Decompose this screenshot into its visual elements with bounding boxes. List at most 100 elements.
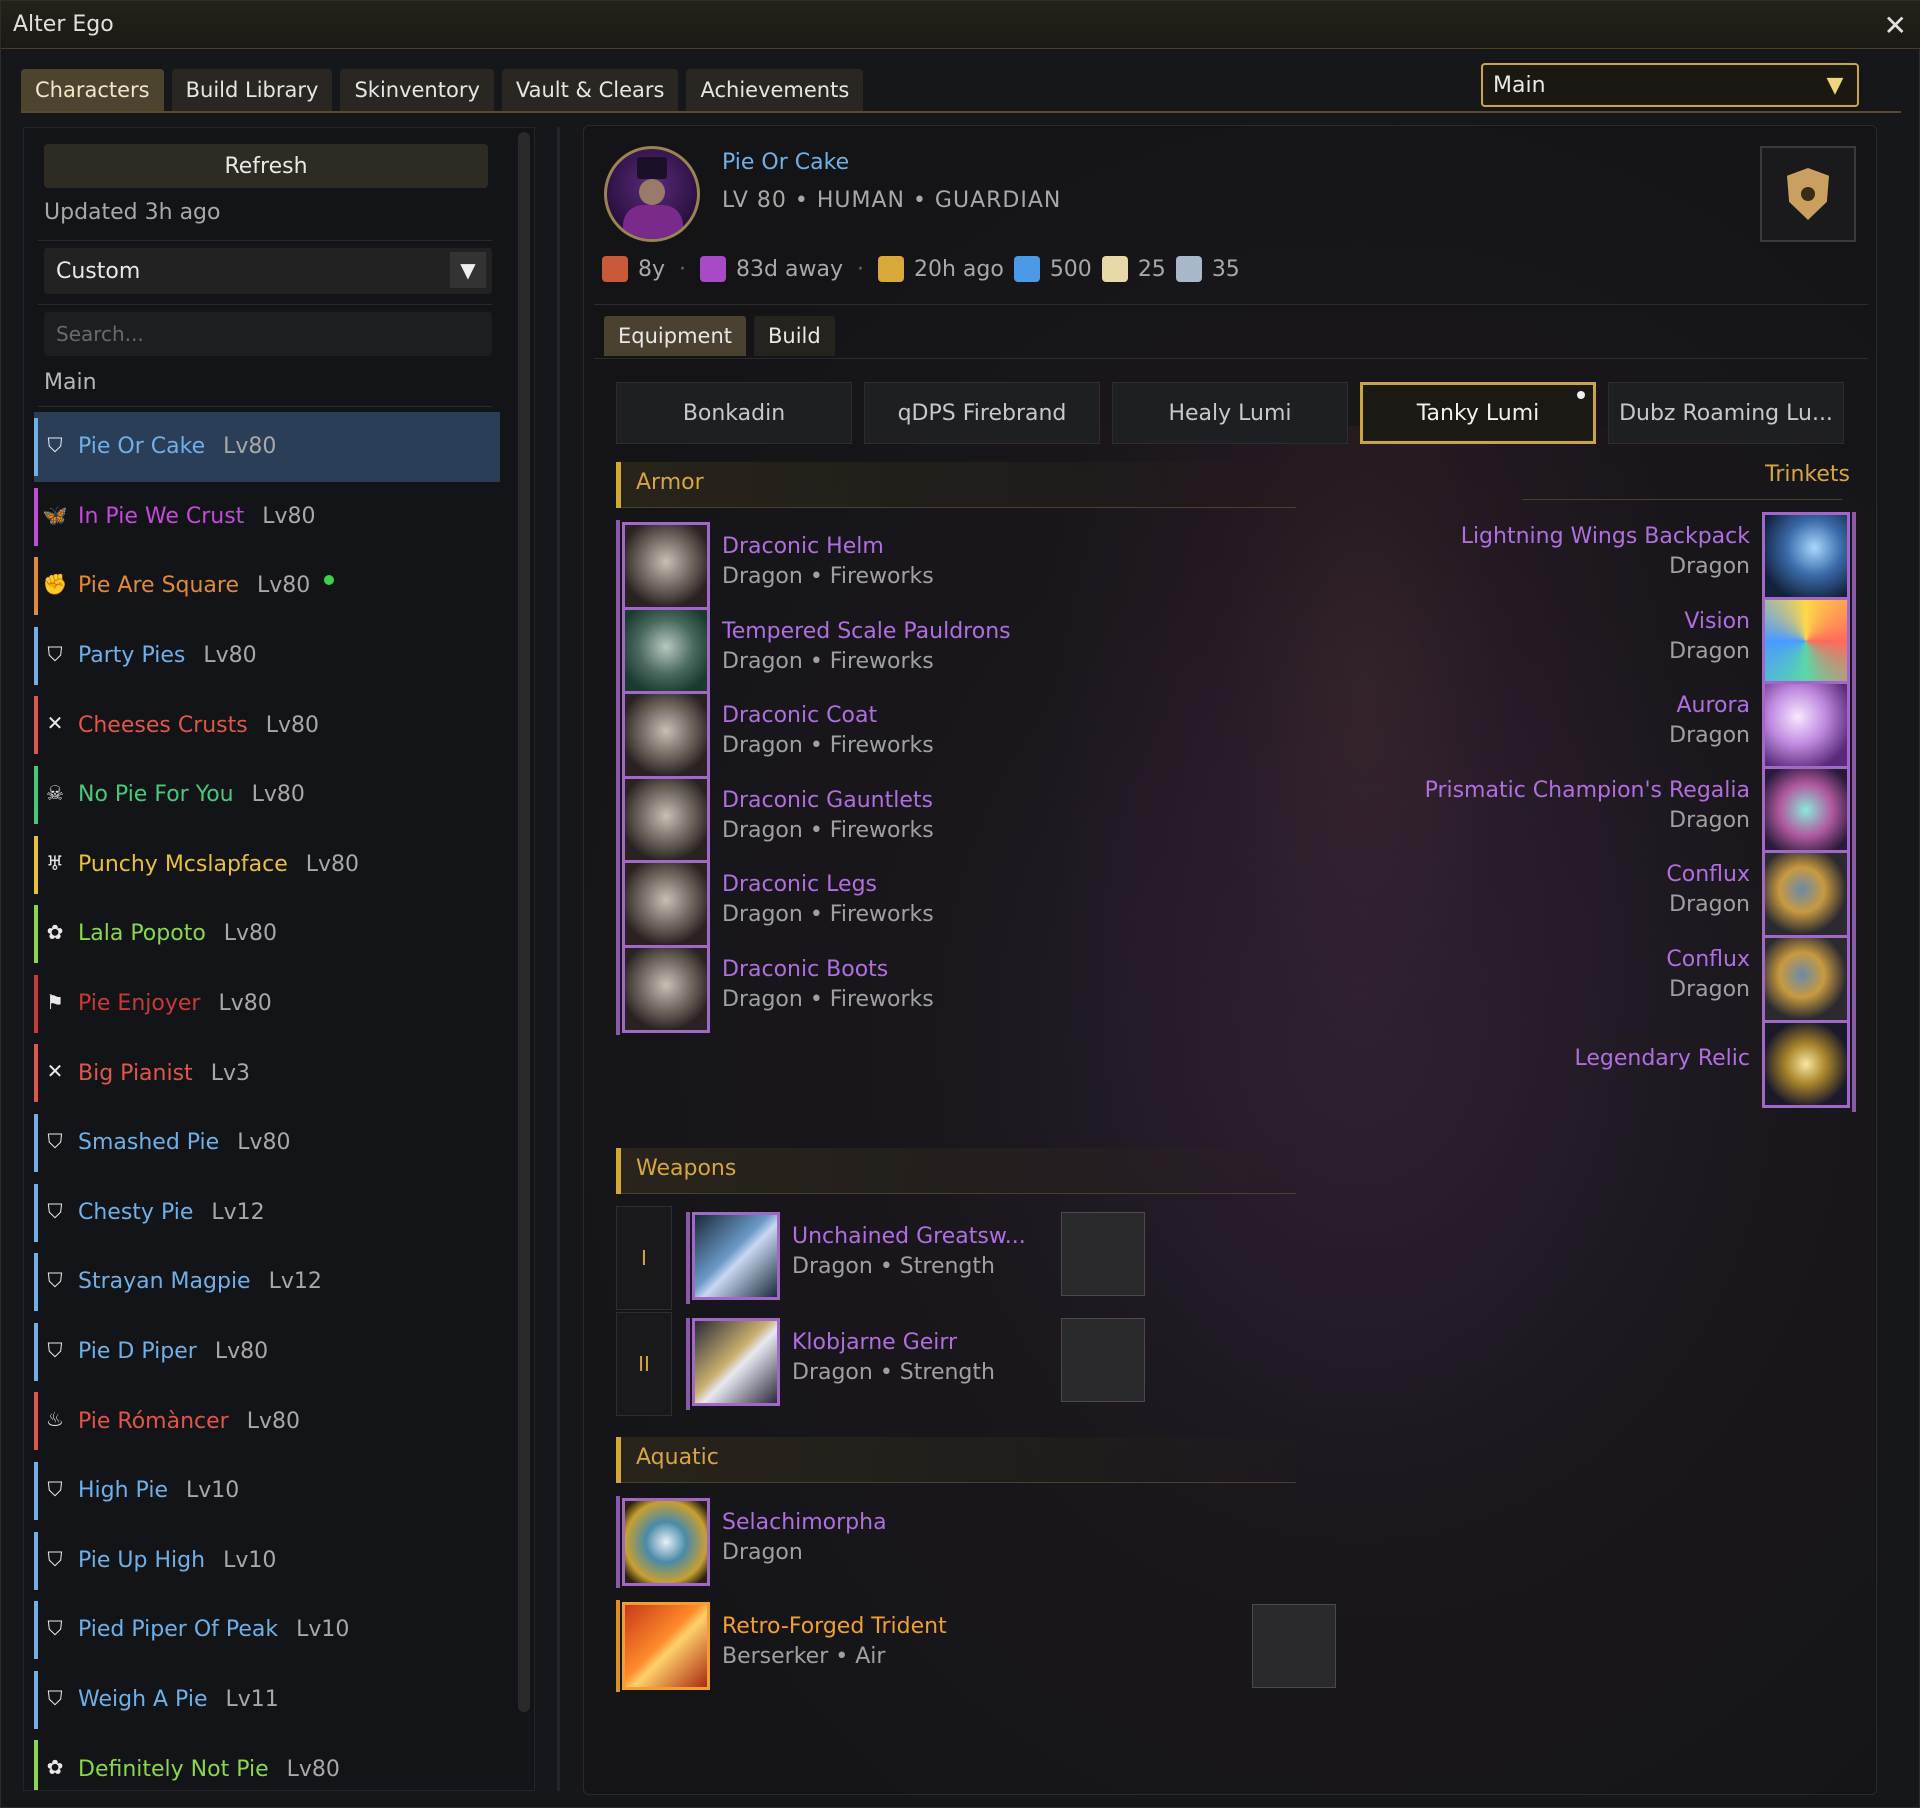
character-list-item[interactable]: ⛉ Chesty Pie Lv12	[34, 1178, 500, 1248]
build-tab[interactable]: Dubz Roaming Lu...	[1608, 382, 1844, 444]
item-stats: Dragon	[1669, 977, 1750, 1002]
close-icon[interactable]: ✕	[1884, 9, 1907, 42]
panel-splitter[interactable]	[557, 127, 560, 1791]
character-list-item[interactable]: ✊ Pie Are Square Lv80	[34, 551, 500, 621]
wvw-icon	[1175, 256, 1202, 282]
armor-slot[interactable]: Draconic Helm Dragon • Fireworks	[616, 518, 1296, 614]
chevron-down-icon: ▼	[450, 252, 486, 288]
account-select-value: Main	[1493, 72, 1546, 98]
armor-slot[interactable]: Draconic Legs Dragon • Fireworks	[616, 856, 1296, 952]
sidebar-scrollbar[interactable]	[518, 132, 530, 1712]
tab-vault-clears[interactable]: Vault & Clears	[501, 69, 679, 111]
weapon-slot[interactable]: Klobjarne Geirr Dragon • Strength	[686, 1316, 995, 1412]
build-tab[interactable]: Healy Lumi	[1112, 382, 1348, 444]
profession-color-bar	[34, 1113, 38, 1172]
character-list-item[interactable]: ⛉ Pie Up High Lv10	[34, 1526, 500, 1596]
aquatic-slot[interactable]: Selachimorpha Dragon	[616, 1494, 1296, 1590]
character-list-item[interactable]: ☠ No Pie For You Lv80	[34, 760, 500, 830]
character-name: Strayan Magpie	[78, 1269, 251, 1295]
backpack-icon	[1762, 512, 1850, 600]
aquatic-section-title: Aquatic	[636, 1445, 719, 1470]
trinket-slot[interactable]: Prismatic Champion's Regalia Dragon	[1296, 764, 1856, 860]
weapon-slot[interactable]: Unchained Greatsw... Dragon • Strength	[686, 1210, 1026, 1306]
character-list-item[interactable]: ⛉ Pie Or Cake Lv80	[34, 412, 500, 482]
character-level: Lv80	[223, 434, 277, 460]
item-stats: Dragon • Fireworks	[722, 987, 934, 1012]
character-list-item[interactable]: ✕ Cheeses Crusts Lv80	[34, 690, 500, 760]
character-list-item[interactable]: ✿ Definitely Not Pie Lv80	[34, 1734, 500, 1790]
character-list-item[interactable]: ♅ Punchy Mcslapface Lv80	[34, 830, 500, 900]
sort-select[interactable]: Custom ▼	[44, 248, 492, 294]
armor-slot[interactable]: Draconic Gauntlets Dragon • Fireworks	[616, 772, 1296, 868]
character-name: Party Pies	[78, 643, 186, 669]
search-input[interactable]	[44, 312, 492, 356]
trinket-slot[interactable]: Lightning Wings Backpack Dragon	[1296, 510, 1856, 606]
item-name: Conflux	[1666, 862, 1750, 888]
character-list-item[interactable]: ⛉ Smashed Pie Lv80	[34, 1108, 500, 1178]
build-tab[interactable]: qDPS Firebrand	[864, 382, 1100, 444]
weapon-set-tag[interactable]: I	[616, 1206, 672, 1310]
character-name: Cheeses Crusts	[78, 712, 248, 738]
guild-emblem-button[interactable]	[1760, 146, 1856, 242]
armor-slot[interactable]: Draconic Boots Dragon • Fireworks	[616, 941, 1296, 1037]
offhand-empty-slot[interactable]	[1061, 1318, 1145, 1402]
rarity-bar	[1852, 1019, 1856, 1112]
guardian-icon: ⛉	[47, 641, 63, 666]
weapon-set-tag[interactable]: II	[616, 1312, 672, 1416]
character-name: In Pie We Crust	[78, 503, 245, 529]
character-level: Lv80	[262, 503, 316, 529]
trinket-slot[interactable]: Legendary Relic	[1296, 1018, 1856, 1114]
aquatic-slot[interactable]: Retro-Forged Trident Berserker • Air	[616, 1598, 1296, 1694]
tab-equipment[interactable]: Equipment	[604, 316, 746, 356]
character-list-item[interactable]: ⛉ Strayan Magpie Lv12	[34, 1247, 500, 1317]
tab-achievements[interactable]: Achievements	[686, 69, 864, 111]
character-list-item[interactable]: ⚑ Pie Enjoyer Lv80	[34, 969, 500, 1039]
character-name: Definitely Not Pie	[78, 1756, 269, 1782]
tab-build-library[interactable]: Build Library	[171, 69, 333, 111]
character-list-item[interactable]: ♨ Pie Rómàncer Lv80	[34, 1386, 500, 1456]
tab-build[interactable]: Build	[754, 316, 835, 356]
character-name: Pie D Piper	[78, 1339, 197, 1365]
character-list-item[interactable]: ⛉ Pied Piper Of Peak Lv10	[34, 1595, 500, 1665]
trident-icon	[622, 1602, 710, 1690]
tab-characters[interactable]: Characters	[21, 69, 164, 111]
character-level: Lv80	[305, 851, 360, 877]
rarity-bar	[616, 689, 620, 782]
shield-icon	[1787, 168, 1829, 220]
character-list-item[interactable]: ⛉ Party Pies Lv80	[34, 621, 500, 691]
account-select[interactable]: Main ▼	[1481, 63, 1859, 107]
refresh-button[interactable]: Refresh	[44, 144, 488, 188]
pauldrons-icon	[622, 606, 710, 695]
armor-section-header: Armor	[616, 462, 1296, 508]
character-list-item[interactable]: ✿ Lala Popoto Lv80	[34, 899, 500, 969]
character-list-item[interactable]: ⛉ High Pie Lv10	[34, 1456, 500, 1526]
trinket-slot[interactable]: Vision Dragon	[1296, 595, 1856, 691]
thief-icon: ✕	[46, 711, 64, 736]
item-stats: Dragon • Fireworks	[722, 648, 934, 674]
item-name: Draconic Helm	[722, 534, 884, 559]
trinket-slot[interactable]: Conflux Dragon	[1296, 933, 1856, 1029]
item-stats: Dragon	[1669, 723, 1750, 749]
trinket-slot[interactable]: Conflux Dragon	[1296, 848, 1856, 944]
shield-emblem	[1801, 187, 1815, 201]
away-icon	[700, 256, 727, 282]
tab-skinventory[interactable]: Skinventory	[340, 69, 494, 111]
item-name: Selachimorpha	[722, 1510, 887, 1535]
offhand-empty-slot[interactable]	[1061, 1212, 1145, 1296]
rarity-bar	[616, 943, 620, 1035]
armor-slot[interactable]: Draconic Coat Dragon • Fireworks	[616, 687, 1296, 783]
rarity-bar	[1852, 765, 1856, 858]
character-list-item[interactable]: ✕ Big Pianist Lv3	[34, 1038, 500, 1108]
character-list-item[interactable]: 🦋 In Pie We Crust Lv80	[34, 482, 500, 552]
stat-value: 20h ago	[913, 256, 1004, 282]
armor-slot[interactable]: Tempered Scale Pauldrons Dragon • Firewor…	[616, 603, 1296, 699]
build-tab[interactable]: Tanky Lumi	[1360, 382, 1596, 444]
character-list-item[interactable]: ⛉ Weigh A Pie Lv11	[34, 1665, 500, 1735]
profession-color-bar	[34, 1531, 38, 1590]
offhand-empty-slot[interactable]	[1252, 1604, 1336, 1688]
trinket-slot[interactable]: Aurora Dragon	[1296, 679, 1856, 775]
character-list-item[interactable]: ⛉ Pie D Piper Lv80	[34, 1317, 500, 1387]
profession-color-bar	[34, 1740, 38, 1790]
divider	[38, 240, 492, 241]
build-tab[interactable]: Bonkadin	[616, 382, 852, 444]
